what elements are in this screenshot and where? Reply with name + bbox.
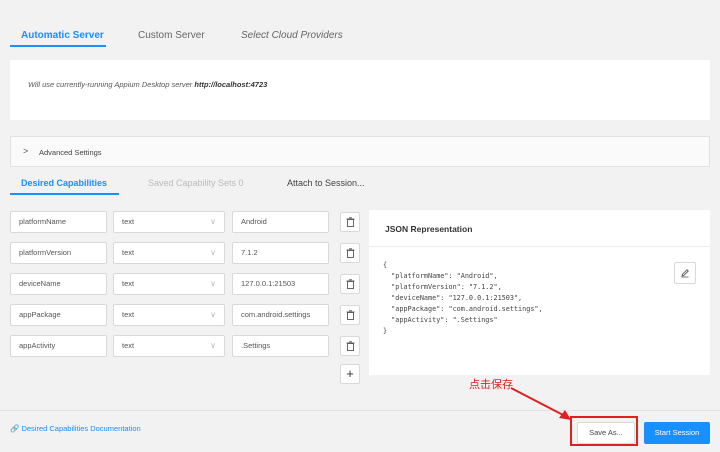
server-info-panel: Will use currently-running Appium Deskto… — [10, 60, 710, 120]
edit-icon — [681, 269, 689, 278]
trash-icon — [346, 217, 354, 227]
delete-capability-button[interactable] — [340, 274, 360, 294]
server-url: http://localhost:4723 — [194, 80, 268, 89]
advanced-settings-collapse[interactable]: > Advanced Settings — [10, 136, 710, 167]
capability-type-select[interactable]: text ∨ — [113, 335, 225, 357]
capability-name-input[interactable]: appPackage — [10, 304, 107, 326]
edit-json-button[interactable] — [674, 262, 696, 284]
arrow-annotation — [510, 387, 571, 420]
chevron-down-icon: ∨ — [210, 248, 216, 257]
chevron-down-icon: ∨ — [210, 310, 216, 319]
tab-cloud-providers[interactable]: Select Cloud Providers — [241, 30, 343, 41]
add-capability-button[interactable]: + — [340, 364, 360, 384]
active-cap-tab-underline — [10, 193, 119, 195]
chevron-right-icon: > — [23, 146, 29, 156]
capability-value-input[interactable]: Android — [232, 211, 329, 233]
tab-attach-to-session[interactable]: Attach to Session... — [287, 178, 365, 188]
capability-value-input[interactable]: .Settings — [232, 335, 329, 357]
tab-custom-server[interactable]: Custom Server — [138, 30, 205, 41]
delete-capability-button[interactable] — [340, 212, 360, 232]
capability-type-select[interactable]: text ∨ — [113, 242, 225, 264]
annotation-highlight-box — [570, 416, 638, 446]
footer-divider — [0, 410, 720, 411]
tab-saved-capability-sets[interactable]: Saved Capability Sets 0 — [148, 178, 244, 188]
trash-icon — [346, 310, 354, 320]
link-icon: 🔗 — [10, 424, 20, 433]
docs-link[interactable]: 🔗 Desired Capabilities Documentation — [10, 424, 141, 433]
server-message: Will use currently-running Appium Deskto… — [28, 80, 268, 89]
delete-capability-button[interactable] — [340, 336, 360, 356]
capability-type-select[interactable]: text ∨ — [113, 211, 225, 233]
active-tab-underline — [10, 45, 106, 47]
capability-value-input[interactable]: 7.1.2 — [232, 242, 329, 264]
capability-name-input[interactable]: appActivity — [10, 335, 107, 357]
tab-automatic-server[interactable]: Automatic Server — [21, 30, 104, 41]
chevron-down-icon: ∨ — [210, 341, 216, 350]
capability-name-input[interactable]: platformName — [10, 211, 107, 233]
divider — [369, 246, 710, 247]
chevron-down-icon: ∨ — [210, 217, 216, 226]
json-panel-title: JSON Representation — [385, 224, 473, 234]
start-session-button[interactable]: Start Session — [644, 422, 710, 444]
advanced-settings-label: Advanced Settings — [39, 148, 102, 157]
chevron-down-icon: ∨ — [210, 279, 216, 288]
tab-desired-capabilities[interactable]: Desired Capabilities — [21, 178, 107, 188]
capability-name-input[interactable]: platformVersion — [10, 242, 107, 264]
capability-type-select[interactable]: text ∨ — [113, 273, 225, 295]
json-representation-panel: JSON Representation { "platformName": "A… — [369, 210, 710, 375]
capability-value-input[interactable]: 127.0.0.1:21503 — [232, 273, 329, 295]
trash-icon — [346, 279, 354, 289]
json-code: { "platformName": "Android", "platformVe… — [383, 261, 543, 335]
delete-capability-button[interactable] — [340, 243, 360, 263]
delete-capability-button[interactable] — [340, 305, 360, 325]
trash-icon — [346, 248, 354, 258]
capability-type-select[interactable]: text ∨ — [113, 304, 225, 326]
capability-value-input[interactable]: com.android.settings — [232, 304, 329, 326]
trash-icon — [346, 341, 354, 351]
capability-name-input[interactable]: deviceName — [10, 273, 107, 295]
